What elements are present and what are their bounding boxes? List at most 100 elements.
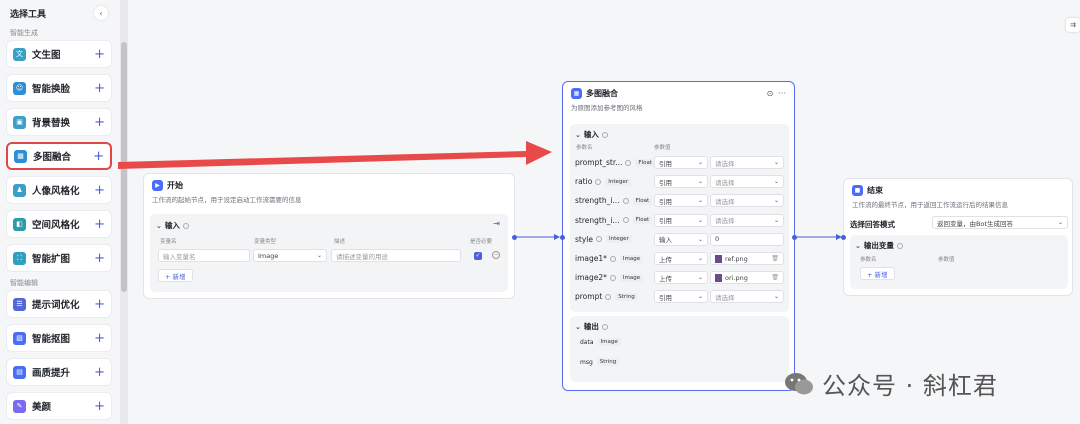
- param-value: 0: [715, 235, 720, 244]
- end-input-port[interactable]: [841, 235, 846, 240]
- chevron-down-icon: ⌄: [1057, 219, 1063, 226]
- fusion-input-port[interactable]: [560, 235, 565, 240]
- chevron-down-icon: ⌄: [697, 216, 703, 224]
- param-source-value: 引用: [659, 159, 672, 168]
- fusion-output-port[interactable]: [792, 235, 797, 240]
- col-param-value: 参数值: [938, 257, 955, 263]
- fusion-output-panel: ⌄ 输出 data Image msg String: [570, 316, 789, 382]
- end-node[interactable]: ■ 结束 工作流的最终节点，用于返回工作流运行后的结果信息 选择回答模式 返回变量…: [841, 178, 1073, 296]
- param-name: image2* Image: [575, 273, 644, 283]
- param-name-text: strength_i...: [575, 196, 620, 206]
- output-type-badge: Image: [597, 338, 621, 346]
- param-value-field[interactable]: 请选择 ⌄: [710, 156, 784, 169]
- chevron-down-icon: ⌄: [575, 322, 581, 331]
- required-checkbox[interactable]: ✓: [474, 252, 482, 260]
- start-node[interactable]: ▶ 开始 工作流的起始节点，用于设定启动工作流需要的信息 ⌄ 输入 ⇥ 变量名 变量…: [143, 173, 517, 299]
- param-name: strength_i... Float: [575, 196, 653, 206]
- param-value-field[interactable]: 请选择 ⌄: [710, 175, 784, 189]
- param-type-badge: Float: [635, 158, 656, 167]
- more-icon[interactable]: ···: [778, 89, 786, 98]
- param-name: image1* Image: [575, 254, 644, 263]
- param-source-select[interactable]: 上传 ⌄: [654, 271, 708, 285]
- fusion-input-section[interactable]: ⌄ 输入: [575, 129, 608, 140]
- param-source-select[interactable]: 引用 ⌄: [654, 175, 708, 189]
- param-value-field[interactable]: 0: [710, 232, 784, 246]
- start-input-section[interactable]: ⌄ 输入: [156, 220, 189, 231]
- param-source-select[interactable]: 引用 ⌄: [654, 156, 708, 169]
- param-value-field[interactable]: 请选择 ⌄: [710, 290, 784, 304]
- param-name-text: prompt_str...: [575, 158, 623, 167]
- output-row: data Image: [580, 338, 621, 346]
- param-type-badge: Integer: [605, 177, 632, 186]
- param-value-field[interactable]: ori.png 🗑: [710, 271, 784, 285]
- run-icon[interactable]: ⊙: [767, 89, 774, 98]
- param-source-select[interactable]: 上传 ⌄: [654, 252, 708, 265]
- output-row: msg String: [580, 358, 620, 366]
- end-output-panel: ⌄ 输出变量 参数名 参数值 + 新增: [850, 235, 1068, 289]
- param-value: 请选择: [715, 293, 735, 302]
- start-output-port[interactable]: [512, 235, 517, 240]
- col-required: 是否必要: [470, 239, 493, 245]
- answer-mode-select[interactable]: 返回变量，由Bot生成回答 ⌄: [932, 216, 1068, 229]
- param-value: ori.png: [725, 273, 748, 282]
- param-source-select[interactable]: 输入 ⌄: [654, 232, 708, 246]
- fusion-node-icon: ▦: [571, 88, 582, 99]
- param-name: style Integer: [575, 235, 632, 244]
- var-type-select[interactable]: Image ⌄: [253, 249, 327, 262]
- chevron-down-icon: ⌄: [697, 197, 703, 205]
- param-value: 请选择: [715, 217, 735, 226]
- red-annotation-arrow: [118, 141, 552, 169]
- end-node-description: 工作流的最终节点，用于返回工作流运行后的结果信息: [852, 201, 1008, 209]
- param-value: 请选择: [715, 159, 735, 168]
- chevron-down-icon: ⌄: [156, 221, 162, 230]
- var-name-input[interactable]: 输入变量名: [158, 249, 250, 262]
- output-name: msg: [580, 358, 593, 366]
- col-var-name: 变量名: [160, 239, 177, 245]
- param-name: ratio Integer: [575, 177, 632, 187]
- wechat-icon: [785, 372, 813, 394]
- param-source-value: 引用: [659, 217, 672, 226]
- param-source-select[interactable]: 引用 ⌄: [654, 290, 708, 304]
- param-type-badge: Image: [619, 254, 644, 263]
- param-name-text: ratio: [575, 177, 593, 187]
- param-value-field[interactable]: 请选择 ⌄: [710, 194, 784, 208]
- end-output-section[interactable]: ⌄ 输出变量: [855, 240, 903, 251]
- add-output-button[interactable]: + 新增: [860, 267, 895, 280]
- start-node-description: 工作流的起始节点，用于设定启动工作流需要的信息: [152, 196, 302, 204]
- minimap-toggle-icon[interactable]: ⇉: [1066, 18, 1080, 32]
- param-name-text: image2*: [575, 273, 607, 283]
- param-value-field[interactable]: 请选择 ⌄: [710, 213, 784, 227]
- param-type-badge: Image: [619, 273, 644, 282]
- var-description-input[interactable]: 请描述变量的用途: [331, 249, 461, 262]
- info-icon: [609, 255, 616, 262]
- param-value-field[interactable]: ref.png 🗑: [710, 252, 784, 265]
- watermark: 公众号 · 斜杠君: [784, 366, 998, 401]
- chevron-down-icon: ⌄: [855, 241, 861, 250]
- add-input-icon[interactable]: ⇥: [493, 219, 500, 228]
- param-name-text: prompt: [575, 292, 603, 302]
- param-source-select[interactable]: 引用 ⌄: [654, 213, 708, 227]
- remove-row-icon[interactable]: −: [492, 251, 500, 259]
- output-type-badge: String: [596, 358, 620, 366]
- param-value: 请选择: [715, 197, 735, 206]
- fusion-input-panel: ⌄ 输入 参数名 参数值 prompt_str... Float 引用 ⌄ 请选择 ⌄ rat…: [570, 124, 789, 312]
- fusion-output-section[interactable]: ⌄ 输出: [575, 321, 608, 332]
- fusion-node[interactable]: ▦ 多图融合 ⊙ ··· 为原图添加参考图的风格 ⌄ 输入 参数名 参数值 promp…: [560, 81, 797, 391]
- param-source-value: 引用: [659, 178, 672, 187]
- input-section-label: 输入: [583, 130, 599, 139]
- chevron-down-icon: ⌄: [697, 293, 703, 301]
- param-type-badge: Float: [632, 196, 653, 205]
- param-source-value: 上传: [659, 255, 672, 264]
- info-icon: [896, 242, 903, 249]
- info-icon: [601, 323, 608, 330]
- delete-icon[interactable]: 🗑: [771, 255, 779, 262]
- param-name: prompt String: [575, 292, 638, 301]
- start-input-panel: ⌄ 输入 ⇥ 变量名 变量类型 描述 是否必要 输入变量名 Image ⌄ 请描述变…: [150, 214, 508, 292]
- param-name: prompt_str... Float: [575, 158, 656, 167]
- output-section-label: 输出: [583, 322, 599, 331]
- param-source-select[interactable]: 引用 ⌄: [654, 194, 708, 208]
- add-input-button[interactable]: + 新增: [158, 269, 193, 282]
- info-icon: [622, 197, 629, 204]
- output-variables-label: 输出变量: [863, 241, 894, 250]
- delete-icon[interactable]: 🗑: [771, 274, 779, 281]
